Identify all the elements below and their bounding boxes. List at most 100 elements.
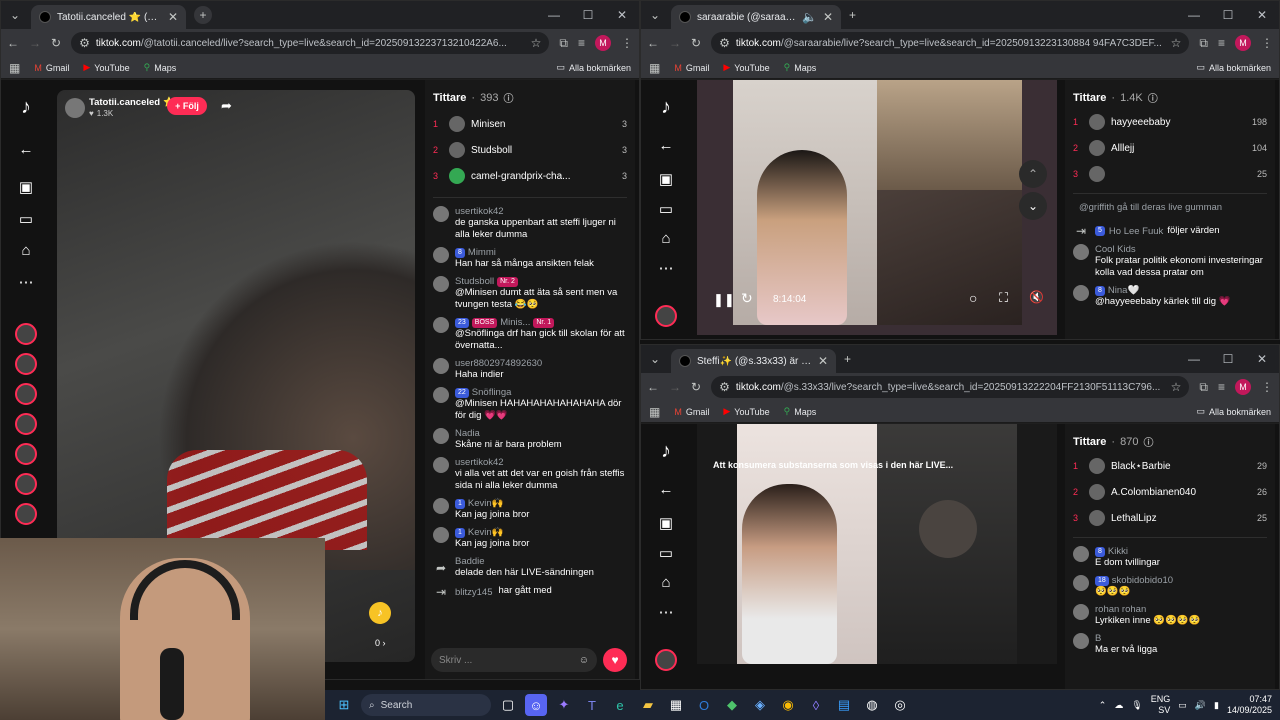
extensions-icon[interactable]: ⧉ xyxy=(559,36,568,51)
obs-icon[interactable]: ◍ xyxy=(861,694,883,716)
streamer-avatar[interactable] xyxy=(65,98,85,118)
prev-stream-icon[interactable]: ⌃ xyxy=(1019,160,1047,188)
mic-icon[interactable]: 🎙 xyxy=(1131,700,1142,711)
video-icon[interactable]: ▭ xyxy=(659,200,673,218)
bookmark-gmail[interactable]: M Gmail xyxy=(34,63,69,73)
more-icon[interactable]: ⋯ xyxy=(659,259,674,277)
live-avatar[interactable] xyxy=(15,503,37,525)
viewer-row[interactable]: 3 LethalLipz 25 xyxy=(1073,505,1267,531)
back-arrow-icon[interactable]: ← xyxy=(659,481,674,498)
clock[interactable]: 07:47 14/09/2025 xyxy=(1227,694,1272,716)
maximize-icon[interactable]: ☐ xyxy=(571,8,605,22)
battery-icon[interactable]: ▮ xyxy=(1214,700,1219,711)
close-window-icon[interactable]: ✕ xyxy=(605,8,639,22)
volume-icon[interactable]: 🔊 xyxy=(1195,700,1206,711)
user-avatar[interactable] xyxy=(433,317,449,333)
live-avatar[interactable] xyxy=(15,443,37,465)
explore-icon[interactable]: ⌂ xyxy=(661,230,670,247)
active-tab[interactable]: Steffi✨ (@s.33x33) är LIVE – Ti ✕ xyxy=(671,349,836,373)
user-avatar[interactable] xyxy=(433,358,449,374)
close-window-icon[interactable]: ✕ xyxy=(1245,352,1279,366)
maximize-icon[interactable]: ☐ xyxy=(1211,352,1245,366)
viewer-row[interactable]: 1 hayyeeebaby 198 xyxy=(1073,109,1267,135)
bookmark-youtube[interactable]: ▶ YouTube xyxy=(83,62,129,73)
active-tab[interactable]: saraarabie (@saraarabie) är 🔈 ✕ xyxy=(671,5,841,29)
viewer-row[interactable]: 3 camel-grandprix-cha... 3 xyxy=(433,163,627,189)
profile-avatar[interactable]: M xyxy=(1235,35,1251,51)
edge-icon[interactable]: e xyxy=(609,694,631,716)
new-tab-icon[interactable]: + xyxy=(844,352,851,366)
profile-avatar[interactable]: M xyxy=(595,35,611,51)
store-icon[interactable]: ▦ xyxy=(665,694,687,716)
apps-icon[interactable]: ▦ xyxy=(9,61,20,75)
copilot-icon[interactable]: ✦ xyxy=(553,694,575,716)
user-avatar[interactable] xyxy=(433,428,449,444)
back-arrow-icon[interactable]: ← xyxy=(659,137,674,154)
windows-start-icon[interactable]: ⊞ xyxy=(333,694,355,716)
app-icon[interactable]: ◈ xyxy=(749,694,771,716)
info-icon[interactable]: ⓘ xyxy=(1148,90,1158,105)
chrome-icon[interactable]: ◉ xyxy=(777,694,799,716)
user-avatar[interactable] xyxy=(1073,244,1089,260)
info-icon[interactable]: ⓘ xyxy=(503,90,513,105)
user-avatar[interactable] xyxy=(433,387,449,403)
bookmark-maps[interactable]: ⚲ Maps xyxy=(784,406,817,417)
tab-search-icon[interactable]: ⌄ xyxy=(645,8,665,22)
cloud-icon[interactable]: ☁ xyxy=(1114,700,1123,711)
media-icon[interactable]: ≡ xyxy=(1218,380,1225,394)
back-icon[interactable]: ← xyxy=(647,36,659,50)
media-icon[interactable]: ≡ xyxy=(578,36,585,50)
viewer-row[interactable]: 1 Black⋆Barbie 29 xyxy=(1073,453,1267,479)
user-avatar[interactable] xyxy=(1073,604,1089,620)
language-indicator[interactable]: ENG SV xyxy=(1151,694,1171,716)
apps-icon[interactable]: ▦ xyxy=(649,405,660,419)
fullscreen-icon[interactable]: ⛶ xyxy=(999,290,1008,306)
live-video-player[interactable]: Att konsumera substanserna som visas i d… xyxy=(697,424,1057,664)
minimize-icon[interactable]: — xyxy=(537,8,571,22)
site-info-icon[interactable]: ⚙ xyxy=(719,36,730,50)
bookmark-youtube[interactable]: ▶ YouTube xyxy=(723,406,769,417)
site-info-icon[interactable]: ⚙ xyxy=(79,36,90,50)
minimize-icon[interactable]: — xyxy=(1177,352,1211,366)
info-icon[interactable]: ⓘ xyxy=(1143,434,1153,449)
app-icon[interactable]: ◊ xyxy=(805,694,827,716)
user-avatar[interactable] xyxy=(1073,633,1089,649)
video-icon[interactable]: ▭ xyxy=(659,544,673,562)
minimize-icon[interactable]: — xyxy=(1177,8,1211,22)
viewer-row[interactable]: 3 25 xyxy=(1073,161,1267,187)
menu-icon[interactable]: ⋮ xyxy=(1261,380,1273,394)
close-window-icon[interactable]: ✕ xyxy=(1245,8,1279,22)
tiktok-logo-icon[interactable]: ♪ xyxy=(661,96,671,119)
all-bookmarks[interactable]: ▭ Alla bokmärken xyxy=(556,62,631,73)
vpn-icon[interactable]: ◆ xyxy=(721,694,743,716)
like-heart-button[interactable]: ♥ xyxy=(603,648,627,672)
app-icon[interactable]: ◎ xyxy=(889,694,911,716)
live-avatar[interactable] xyxy=(15,473,37,495)
viewer-row[interactable]: 2 Alllejj 104 xyxy=(1073,135,1267,161)
live-icon[interactable]: ▣ xyxy=(659,514,673,532)
bookmark-gmail[interactable]: M Gmail xyxy=(674,407,709,417)
teams-icon[interactable]: T xyxy=(581,694,603,716)
mute-icon[interactable]: 🔇 xyxy=(1029,290,1044,304)
user-avatar[interactable] xyxy=(1073,575,1089,591)
user-avatar[interactable] xyxy=(433,206,449,222)
active-tab[interactable]: Tatotii.canceled ⭐ (@tatotii.ca ✕ xyxy=(31,5,186,29)
user-avatar[interactable] xyxy=(1073,546,1089,562)
maximize-icon[interactable]: ☐ xyxy=(1211,8,1245,22)
user-avatar[interactable] xyxy=(433,247,449,263)
bookmark-star-icon[interactable]: ☆ xyxy=(1171,380,1182,394)
user-avatar[interactable] xyxy=(1073,285,1089,301)
explore-icon[interactable]: ⌂ xyxy=(21,242,30,259)
live-avatar[interactable] xyxy=(15,353,37,375)
streamer-name[interactable]: Tatotii.canceled⭐ xyxy=(89,97,175,108)
reload-icon[interactable]: ↻ xyxy=(691,36,701,50)
share-icon[interactable]: ➦ xyxy=(221,98,232,114)
bookmark-gmail[interactable]: M Gmail xyxy=(674,63,709,73)
live-video-player[interactable]: ❚❚ ↻ 8:14:04 ○ ⛶ 🔇 ⌃ ⌄ xyxy=(697,80,1057,335)
site-info-icon[interactable]: ⚙ xyxy=(719,380,730,394)
all-bookmarks[interactable]: ▭ Alla bokmärken xyxy=(1196,406,1271,417)
pause-icon[interactable]: ❚❚ xyxy=(713,292,735,308)
tab-close-icon[interactable]: ✕ xyxy=(823,10,833,24)
explore-icon[interactable]: ⌂ xyxy=(661,574,670,591)
more-icon[interactable]: ⋯ xyxy=(19,273,34,291)
